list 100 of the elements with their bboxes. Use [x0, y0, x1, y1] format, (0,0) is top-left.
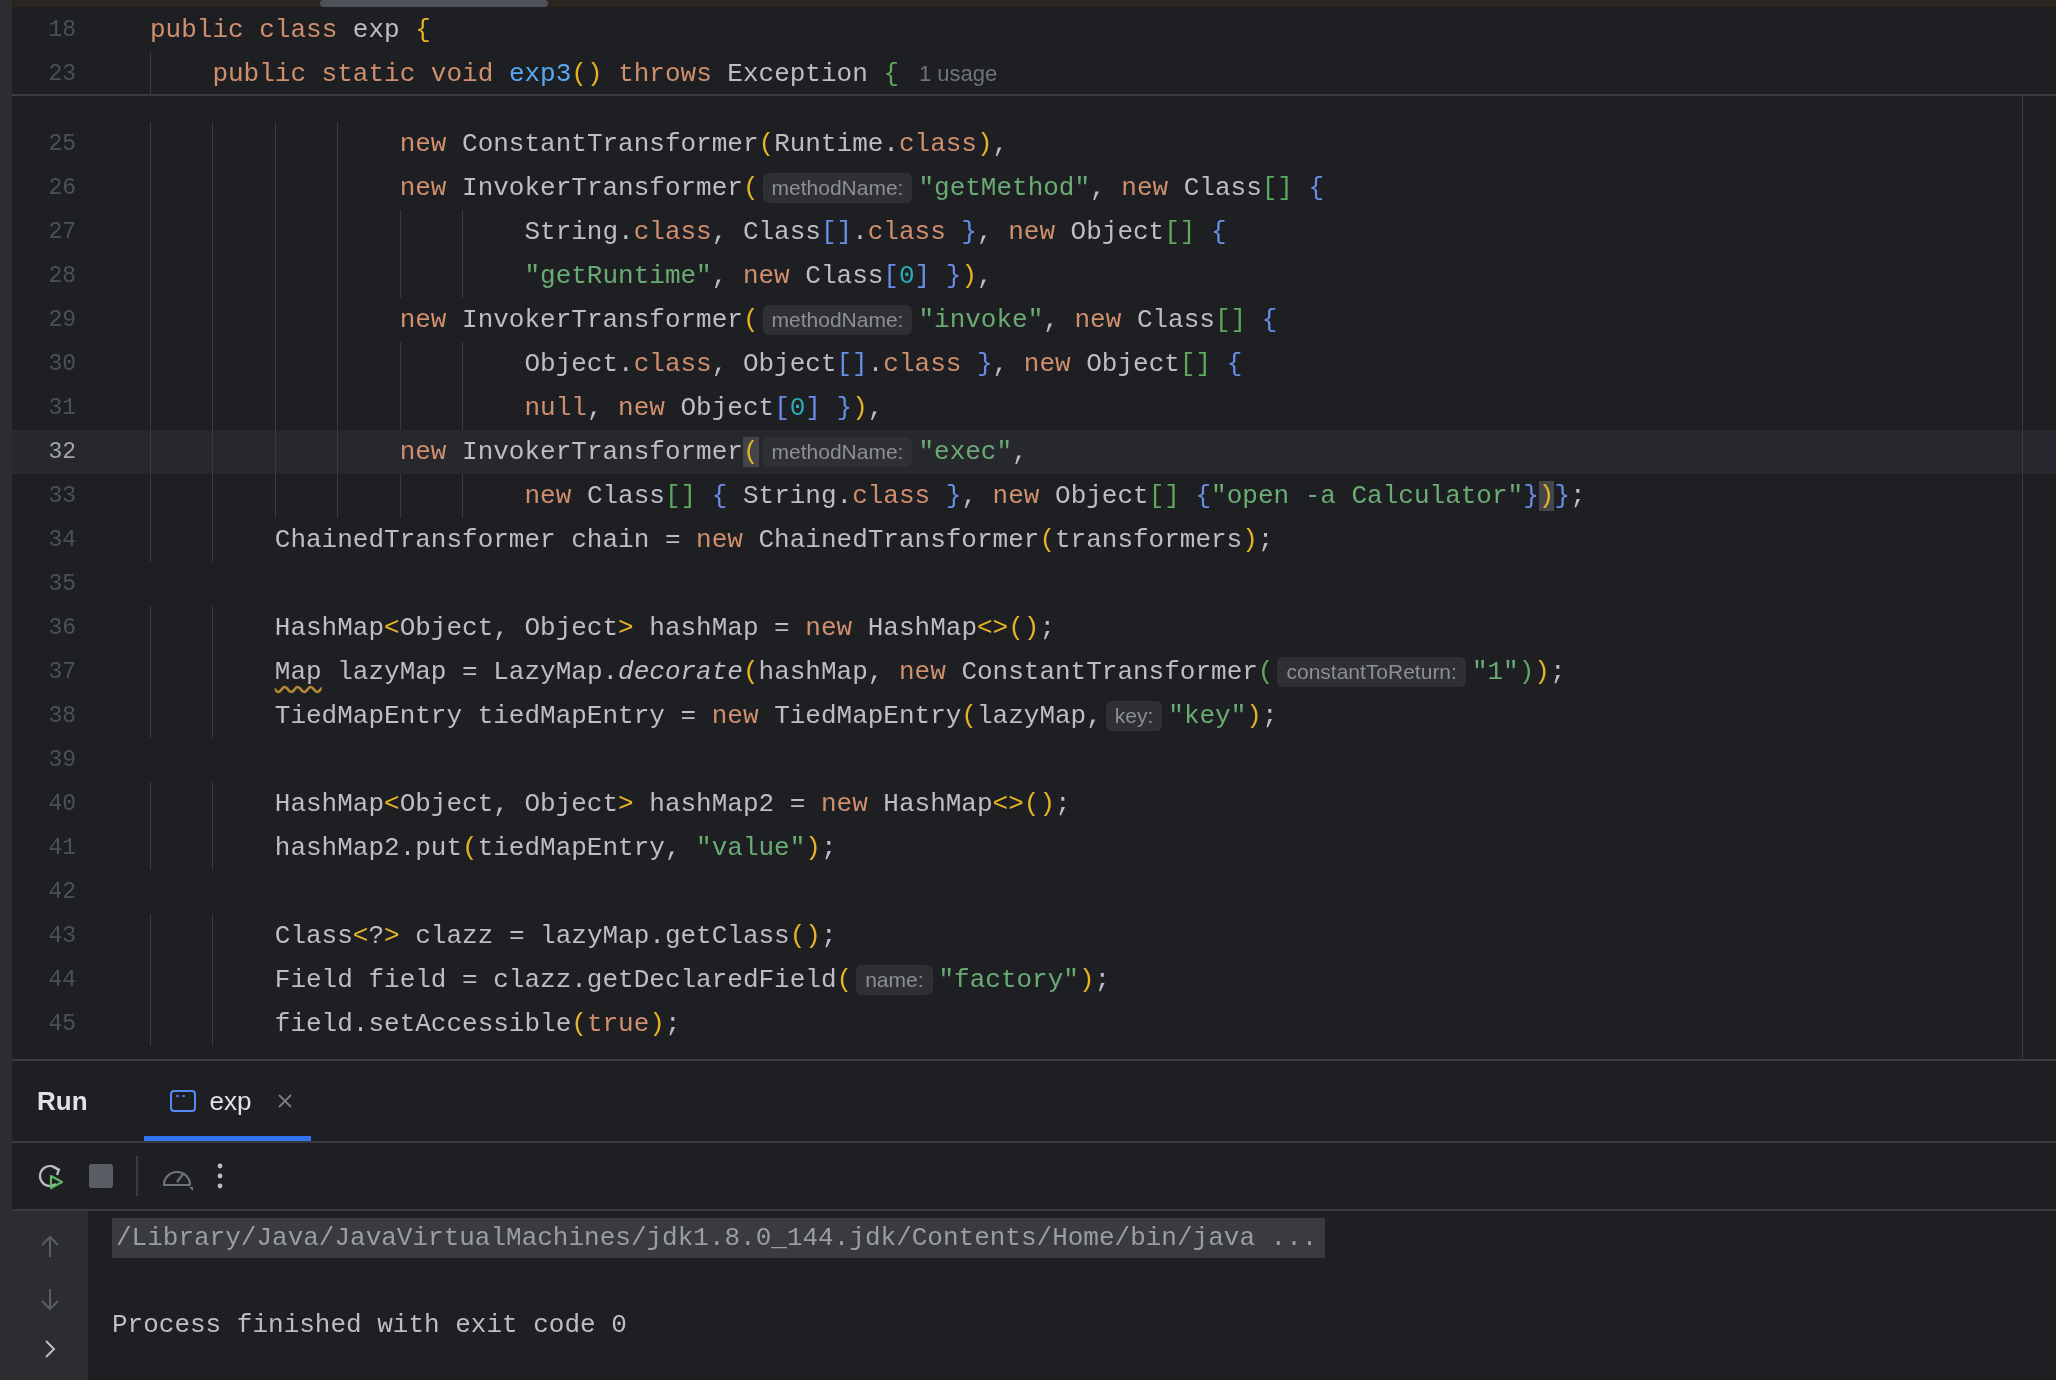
code-text: ;	[1055, 789, 1071, 819]
code-text: hashMap2 =	[649, 789, 806, 819]
string-literal: "exec"	[918, 437, 1013, 467]
method-name: exp3	[508, 59, 572, 89]
keyword: class	[852, 481, 931, 511]
bracket: {	[1195, 481, 1212, 511]
bracket: (	[836, 965, 853, 995]
keyword: class	[633, 217, 712, 247]
code-text: Exception	[727, 59, 868, 89]
code-text: ;	[664, 1009, 681, 1039]
bracket: (	[462, 833, 478, 863]
keyword: new	[399, 129, 447, 159]
up-arrow-icon[interactable]	[40, 1235, 60, 1259]
keyword: class	[867, 217, 946, 247]
stop-icon[interactable]	[88, 1163, 114, 1189]
code-text: ;	[1549, 657, 1566, 687]
code-text: , Object	[711, 349, 837, 379]
bracket: )	[1246, 701, 1262, 731]
code-text: tiedMapEntry,	[477, 833, 681, 863]
code-text: hashMap,	[758, 657, 884, 687]
bracket: []	[1261, 173, 1293, 203]
code-text: hashMap2.put	[274, 833, 463, 863]
keyword: new	[618, 393, 665, 423]
keyword: new	[399, 305, 447, 335]
string-literal: "getRuntime"	[524, 261, 712, 291]
code-text: ConstantTransformer	[961, 657, 1258, 687]
scrollbar-thumb[interactable]	[320, 0, 548, 7]
bracket: <>()	[977, 613, 1040, 643]
code-text: Class	[274, 921, 353, 951]
bracket: (	[961, 701, 977, 731]
bracket: {	[711, 481, 728, 511]
code-text: Runtime.	[774, 129, 899, 159]
code-text: ,	[1012, 437, 1028, 467]
code-text: InvokerTransformer	[462, 173, 743, 203]
bracket: {	[1308, 173, 1325, 203]
run-tab[interactable]: exp	[143, 1061, 312, 1141]
code-text: Object	[1055, 481, 1149, 511]
bracket: }	[1554, 481, 1570, 511]
code-text: ;	[1570, 481, 1586, 511]
parameter-hint: key:	[1105, 701, 1163, 731]
parameter-hint: methodName:	[762, 173, 913, 203]
code-text: ,	[867, 393, 884, 423]
down-arrow-icon[interactable]	[40, 1287, 60, 1311]
bracket: {	[1261, 305, 1278, 335]
bracket: )	[649, 1009, 665, 1039]
close-icon[interactable]	[277, 1093, 294, 1109]
code-text: ?	[368, 921, 385, 951]
keyword: new	[992, 481, 1040, 511]
bracket: []	[1164, 217, 1196, 247]
string-literal: "getMethod"	[918, 173, 1091, 203]
bracket: {	[1226, 349, 1243, 379]
keyword: new	[696, 525, 743, 555]
code-text: HashMap	[274, 789, 385, 819]
code-text: HashMap	[274, 613, 385, 643]
keyword: new	[1023, 349, 1071, 379]
bracket: <	[384, 789, 400, 819]
chevron-icon[interactable]	[44, 1339, 56, 1359]
bracket: (	[742, 305, 759, 335]
code-text: Object	[1086, 349, 1180, 379]
code-text: transformers	[1055, 525, 1243, 555]
bracket: ()	[571, 59, 603, 89]
code-text: TiedMapEntry tiedMapEntry =	[274, 701, 697, 731]
number-literal: 0	[898, 261, 915, 291]
bracket: []	[820, 217, 853, 247]
code-text: ,	[961, 481, 977, 511]
bracket: }	[961, 217, 977, 247]
code-text: ,	[992, 129, 1009, 159]
more-icon[interactable]	[216, 1162, 224, 1190]
keyword: new	[399, 437, 447, 467]
keyword: new	[898, 657, 946, 687]
code-text: ConstantTransformer	[462, 129, 759, 159]
bracket: }	[1523, 481, 1539, 511]
keyword: class	[883, 349, 962, 379]
bracket: <>()	[992, 789, 1055, 819]
matched-bracket: (	[742, 437, 759, 467]
code-text: ,	[586, 393, 603, 423]
code-text: TiedMapEntry	[774, 701, 962, 731]
bracket: (	[571, 1009, 587, 1039]
parameter-hint: name:	[856, 965, 933, 995]
bracket: )	[1242, 525, 1258, 555]
keyword: new	[524, 481, 572, 511]
code-text: Object, Object	[399, 613, 619, 643]
bracket: )	[1534, 657, 1550, 687]
bracket: ()	[789, 921, 821, 951]
console-command[interactable]: /Library/Java/JavaVirtualMachines/jdk1.8.0_144.jdk/Contents/Home/bin/java ...	[112, 1218, 1326, 1258]
bracket: (	[742, 657, 759, 687]
code-text: field.setAccessible	[274, 1009, 572, 1039]
keyword: new	[1121, 173, 1169, 203]
bracket: }	[945, 261, 962, 291]
bracket: <	[352, 921, 369, 951]
bracket: []	[836, 349, 868, 379]
parameter-hint: constantToReturn:	[1277, 657, 1466, 687]
code-text: , Class	[711, 217, 821, 247]
usage-hint[interactable]: 1 usage	[919, 61, 998, 87]
bracket: (	[742, 173, 759, 203]
code-text: ,	[1090, 173, 1106, 203]
keyword: null	[524, 393, 587, 423]
bracket: {	[415, 15, 431, 45]
code-text: lazyMap,	[976, 701, 1102, 731]
number-literal: 0	[789, 393, 806, 423]
